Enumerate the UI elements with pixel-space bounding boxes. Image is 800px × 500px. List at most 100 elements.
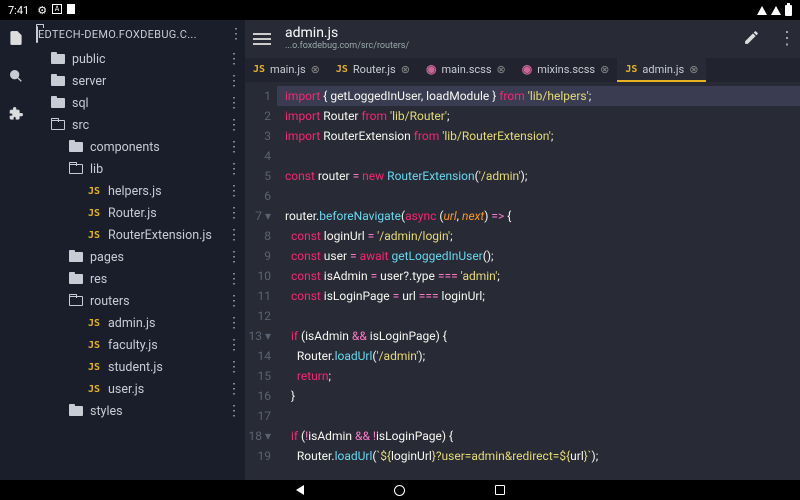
- tree-item[interactable]: sql⋮: [32, 92, 245, 114]
- tree-item-menu-icon[interactable]: ⋮: [227, 52, 241, 66]
- tree-item[interactable]: server⋮: [32, 70, 245, 92]
- code-line[interactable]: [285, 306, 800, 326]
- editor-filepath: ...o.foxdebug.com/src/routers/: [285, 42, 743, 52]
- code-area[interactable]: 1234567 ▾8910111213 ▾1415161718 ▾19 impo…: [245, 82, 800, 480]
- tree-item[interactable]: pages⋮: [32, 246, 245, 268]
- tree-item-menu-icon[interactable]: ⋮: [227, 184, 241, 198]
- tree-item-menu-icon[interactable]: ⋮: [227, 404, 241, 418]
- tree-item-menu-icon[interactable]: ⋮: [227, 140, 241, 154]
- back-icon[interactable]: [296, 485, 304, 495]
- edit-icon[interactable]: [743, 29, 760, 50]
- android-statusbar: 7:41 ⚙ A: [0, 0, 800, 20]
- file-explorer: EDTECH-DEMO.FOXDEBUG.C... ⋮ public⋮serve…: [32, 20, 245, 480]
- tree-item-menu-icon[interactable]: ⋮: [227, 118, 241, 132]
- code-line[interactable]: import { getLoggedInUser, loadModule } f…: [277, 86, 800, 106]
- tree-item-menu-icon[interactable]: ⋮: [227, 96, 241, 110]
- recent-icon[interactable]: [495, 485, 505, 495]
- signal-icon: [771, 6, 781, 15]
- tree-item[interactable]: JSadmin.js⋮: [32, 312, 245, 334]
- tree-item[interactable]: styles⋮: [32, 400, 245, 422]
- tab-label: Router.js: [353, 63, 396, 76]
- tree-item-menu-icon[interactable]: ⋮: [227, 74, 241, 88]
- code-line[interactable]: const user = await getLoggedInUser();: [285, 246, 800, 266]
- editor-tab[interactable]: ◉main.scss⊗: [418, 58, 514, 82]
- tree-item[interactable]: src⋮: [32, 114, 245, 136]
- tree-item[interactable]: res⋮: [32, 268, 245, 290]
- folder-icon: [50, 51, 66, 67]
- tree-item[interactable]: JSuser.js⋮: [32, 378, 245, 400]
- tree-item-label: faculty.js: [108, 338, 227, 353]
- folder-icon: [68, 249, 84, 265]
- menu-icon[interactable]: [253, 33, 271, 45]
- tree-item[interactable]: lib⋮: [32, 158, 245, 180]
- line-number: 4: [245, 146, 271, 166]
- project-header[interactable]: EDTECH-DEMO.FOXDEBUG.C... ⋮: [32, 20, 245, 48]
- tree-item-menu-icon[interactable]: ⋮: [227, 338, 241, 352]
- code-line[interactable]: const isLoginPage = url === loginUrl;: [285, 286, 800, 306]
- js-file-icon: JS: [86, 183, 102, 199]
- tree-item[interactable]: routers⋮: [32, 290, 245, 312]
- editor-menu-icon[interactable]: ⋮: [778, 30, 792, 48]
- home-icon[interactable]: [394, 485, 405, 496]
- tree-item[interactable]: JSRouterExtension.js⋮: [32, 224, 245, 246]
- tree-item-label: routers: [90, 294, 227, 309]
- code-line[interactable]: if (!isAdmin && !isLoginPage) {: [285, 426, 800, 446]
- tree-item[interactable]: public⋮: [32, 48, 245, 70]
- code-line[interactable]: [285, 186, 800, 206]
- tree-item-menu-icon[interactable]: ⋮: [227, 228, 241, 242]
- code-line[interactable]: const loginUrl = '/admin/login';: [285, 226, 800, 246]
- sass-file-icon: ◉: [522, 62, 532, 76]
- editor-tab[interactable]: ◉mixins.scss⊗: [514, 58, 618, 82]
- folder-open-icon: [36, 27, 38, 42]
- tree-item-menu-icon[interactable]: ⋮: [227, 250, 241, 264]
- line-gutter: 1234567 ▾8910111213 ▾1415161718 ▾19: [245, 82, 277, 480]
- tree-item[interactable]: JShelpers.js⋮: [32, 180, 245, 202]
- code-line[interactable]: import Router from 'lib/Router';: [285, 106, 800, 126]
- tab-close-icon[interactable]: ⊗: [401, 63, 410, 76]
- files-icon[interactable]: [8, 30, 24, 50]
- tree-item[interactable]: JSstudent.js⋮: [32, 356, 245, 378]
- extensions-icon[interactable]: [8, 106, 24, 126]
- editor-tab[interactable]: JSmain.js⊗: [245, 58, 328, 82]
- tree-item[interactable]: JSfaculty.js⋮: [32, 334, 245, 356]
- code-line[interactable]: Router.loadUrl(`${loginUrl}?user=admin&r…: [285, 446, 800, 466]
- js-file-icon: JS: [625, 64, 637, 75]
- code-line[interactable]: [285, 146, 800, 166]
- line-number: 8: [245, 226, 271, 246]
- tab-close-icon[interactable]: ⊗: [600, 63, 609, 76]
- code-line[interactable]: const isAdmin = user?.type === 'admin';: [285, 266, 800, 286]
- app-icon: A: [52, 4, 62, 14]
- code-line[interactable]: if (isAdmin && isLoginPage) {: [285, 326, 800, 346]
- code-line[interactable]: const router = new RouterExtension('/adm…: [285, 166, 800, 186]
- tree-item-label: sql: [72, 96, 227, 111]
- code-line[interactable]: [285, 406, 800, 426]
- editor-tab[interactable]: JSRouter.js⊗: [328, 58, 418, 82]
- tab-close-icon[interactable]: ⊗: [311, 63, 320, 76]
- line-number: 13 ▾: [245, 326, 271, 346]
- folder-open-icon: [68, 161, 84, 177]
- line-number: 1: [245, 86, 271, 106]
- code-lines[interactable]: import { getLoggedInUser, loadModule } f…: [277, 82, 800, 480]
- tree-item-menu-icon[interactable]: ⋮: [227, 360, 241, 374]
- editor-title: admin.js ...o.foxdebug.com/src/routers/: [285, 26, 743, 51]
- editor-tab[interactable]: JSadmin.js⊗: [617, 58, 706, 82]
- code-line[interactable]: import RouterExtension from 'lib/RouterE…: [285, 126, 800, 146]
- tab-close-icon[interactable]: ⊗: [689, 63, 698, 76]
- code-line[interactable]: Router.loadUrl('/admin');: [285, 346, 800, 366]
- project-menu-icon[interactable]: ⋮: [229, 27, 243, 41]
- tree-item-menu-icon[interactable]: ⋮: [227, 294, 241, 308]
- code-line[interactable]: }: [285, 386, 800, 406]
- tree-item[interactable]: JSRouter.js⋮: [32, 202, 245, 224]
- android-navbar: [0, 480, 800, 500]
- search-icon[interactable]: [8, 68, 24, 88]
- tree-item-menu-icon[interactable]: ⋮: [227, 206, 241, 220]
- tab-close-icon[interactable]: ⊗: [497, 63, 506, 76]
- tree-item-menu-icon[interactable]: ⋮: [227, 162, 241, 176]
- code-line[interactable]: return;: [285, 366, 800, 386]
- tree-item[interactable]: components⋮: [32, 136, 245, 158]
- tree-item-menu-icon[interactable]: ⋮: [227, 382, 241, 396]
- code-line[interactable]: router.beforeNavigate(async (url, next) …: [285, 206, 800, 226]
- line-number: 15: [245, 366, 271, 386]
- tree-item-menu-icon[interactable]: ⋮: [227, 272, 241, 286]
- tree-item-menu-icon[interactable]: ⋮: [227, 316, 241, 330]
